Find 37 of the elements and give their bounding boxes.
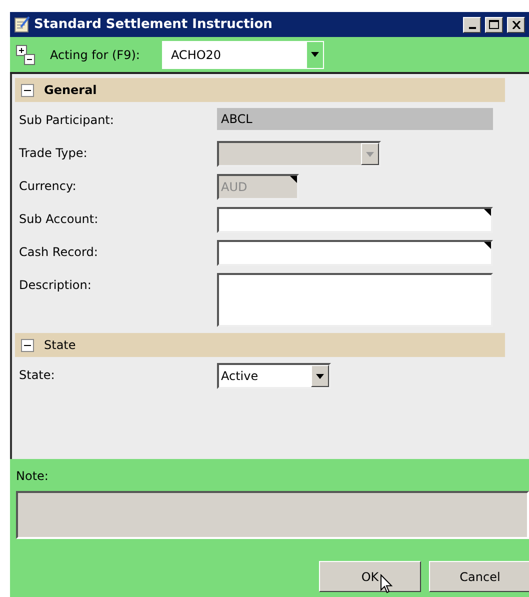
text-area[interactable] [217,273,493,327]
field-label: Sub Account: [19,211,100,226]
window-title: Standard Settlement Instruction [34,17,274,32]
close-button[interactable] [507,16,525,32]
collapse-icon[interactable] [21,338,34,352]
section-title: State [44,338,76,352]
dropdown[interactable]: Active [217,363,331,389]
field-label: Cash Record: [19,244,99,259]
minimize-icon [468,26,476,28]
section-header[interactable]: General [15,78,505,102]
acting-for-dropdown[interactable]: ACHO20 [162,40,324,68]
dialog-button[interactable]: Cancel [429,561,529,592]
field-label: Sub Participant: [19,112,115,127]
note-field[interactable] [16,491,529,539]
acting-for-label: Acting for (F9): [50,48,140,62]
field-label: Currency: [19,178,78,193]
maximize-button[interactable] [485,16,503,32]
expand-collapse-all-icon[interactable] [16,44,36,64]
section-title: General [44,83,97,97]
note-label: Note: [16,469,50,483]
section-header[interactable]: State [15,333,505,357]
dialog-button[interactable]: OK [319,561,421,592]
field-label: Trade Type: [19,145,88,160]
dropdown-arrow-icon [316,374,324,378]
collapse-icon[interactable] [21,84,34,96]
dropdown-arrow-icon [366,152,374,156]
minimize-button[interactable] [463,16,481,32]
close-icon [512,20,520,28]
field-label: State: [19,367,56,382]
field-label: Description: [19,277,92,292]
dropdown-arrow-icon [310,52,319,57]
notepad-icon [14,16,30,33]
mouse-cursor-icon [380,574,393,594]
input-field[interactable] [217,240,493,266]
maximize-icon [489,20,499,29]
input-field[interactable] [217,207,493,233]
readonly-field: ABCL [217,108,493,130]
